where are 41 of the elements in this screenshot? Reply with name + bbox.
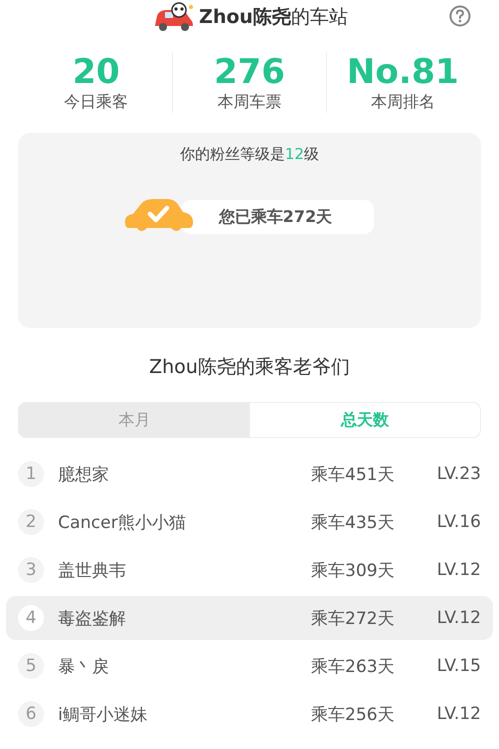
ride-days: 乘车256天 — [311, 702, 411, 726]
passenger-row[interactable]: 5 暴丶戾 乘车263天 LV.15 — [6, 644, 493, 688]
stat-value: 20 — [72, 52, 120, 92]
passenger-name: 毒盗鉴解 — [58, 608, 127, 630]
ride-days-badge: 您已乘车272天 — [180, 200, 374, 234]
passenger-name: 盖世典韦 — [58, 560, 127, 582]
stat-label: 本周车票 — [217, 92, 282, 113]
fan-level: LV.15 — [436, 656, 481, 676]
passenger-name: 臆想家 — [58, 464, 110, 486]
help-icon[interactable] — [449, 5, 471, 27]
rank-number: 5 — [18, 653, 44, 679]
station-title: Zhou陈尧的车站 — [199, 5, 348, 30]
fan-level-text: 你的粉丝等级是12级 — [180, 145, 320, 164]
ride-days: 乘车263天 — [311, 654, 411, 678]
passenger-name: 暴丶戾 — [58, 656, 110, 678]
stat-value: No.81 — [346, 52, 459, 92]
ride-days: 乘车435天 — [311, 510, 411, 534]
fan-level: LV.12 — [436, 608, 481, 628]
passenger-row[interactable]: 6 i鲷哥小迷妹 乘车256天 LV.12 — [6, 692, 493, 736]
rank-number: 1 — [18, 461, 44, 487]
passenger-row[interactable]: 1 臆想家 乘车451天 LV.23 — [6, 452, 493, 496]
rank-number: 4 — [18, 605, 44, 631]
ride-days: 乘车309天 — [311, 558, 411, 582]
stat-value: 276 — [214, 52, 285, 92]
ride-days: 乘车451天 — [311, 462, 411, 486]
passenger-name: i鲷哥小迷妹 — [58, 704, 149, 726]
passenger-row[interactable]: 4 毒盗鉴解 乘车272天 LV.12 — [6, 596, 493, 640]
rank-number: 6 — [18, 701, 44, 727]
rank-number: 2 — [18, 509, 44, 535]
passenger-name: Cancer熊小小猫 — [58, 512, 187, 534]
fan-level: LV.12 — [436, 704, 481, 724]
fan-level: LV.12 — [436, 560, 481, 580]
stat-label: 今日乘客 — [64, 92, 128, 113]
ride-days: 乘车272天 — [311, 606, 411, 630]
passenger-row[interactable]: 3 盖世典韦 乘车309天 LV.12 — [6, 548, 493, 592]
rank-number: 3 — [18, 557, 44, 583]
fan-level: LV.23 — [436, 464, 481, 484]
section-title: Zhou陈尧的乘客老爷们 — [148, 355, 351, 380]
stat-label: 本周排名 — [370, 92, 435, 113]
passenger-row[interactable]: 2 Cancer熊小小猫 乘车435天 LV.16 — [6, 500, 493, 544]
fan-level: LV.16 — [436, 512, 481, 532]
